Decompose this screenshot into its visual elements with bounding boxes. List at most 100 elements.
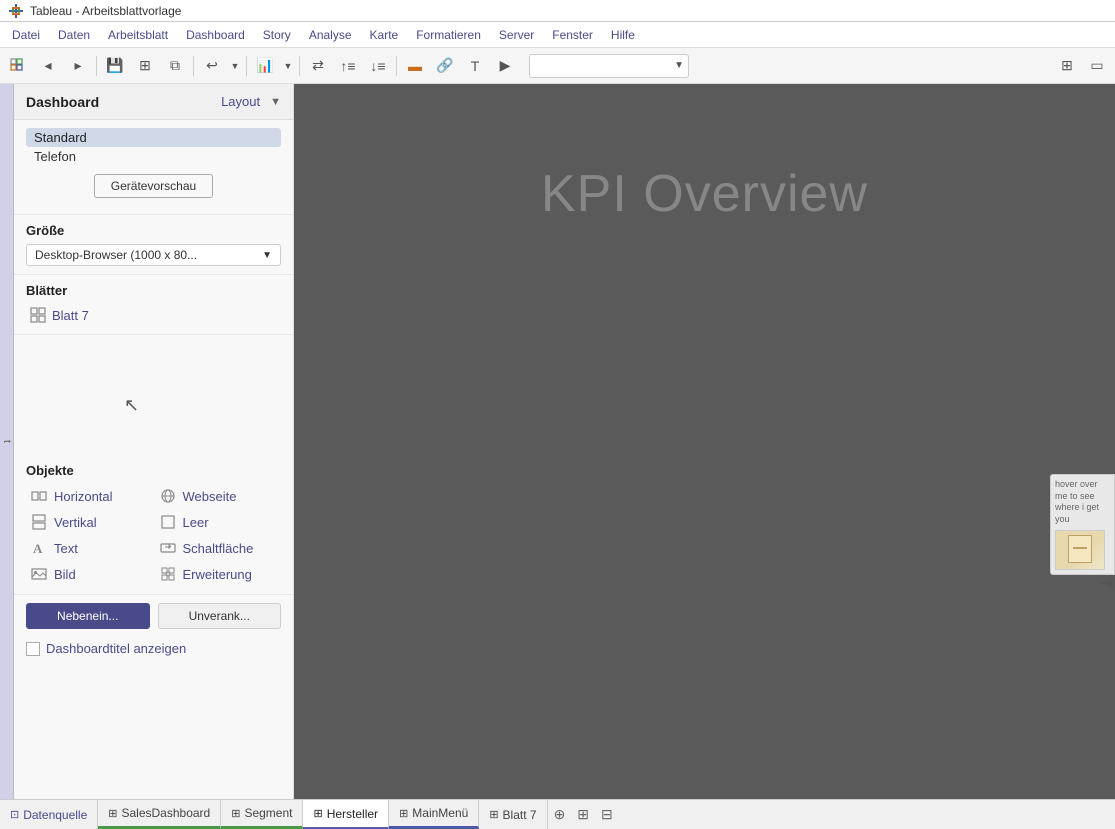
tab-hersteller[interactable]: ⊞ Hersteller xyxy=(303,800,389,829)
sort-asc-btn[interactable]: ↑≡ xyxy=(334,52,362,80)
object-horizontal-label: Horizontal xyxy=(54,489,113,504)
add-sheet-btn1[interactable]: ⊕ xyxy=(548,800,572,829)
menu-daten[interactable]: Daten xyxy=(50,26,98,44)
show-title-checkbox[interactable] xyxy=(26,642,40,656)
sidebar-layout-arrow: ▼ xyxy=(270,96,281,108)
new-datasource-btn[interactable]: ⊞ xyxy=(131,52,159,80)
tab-segment[interactable]: ⊞ Segment xyxy=(221,800,303,829)
tab-mainmenu[interactable]: ⊞ MainMenü xyxy=(389,800,479,829)
grid-view-btn[interactable]: ⊞ xyxy=(1053,52,1081,80)
sidebar: Dashboard Layout ▼ Standard Telefon Gerä… xyxy=(14,84,294,799)
unverank-button[interactable]: Unverank... xyxy=(158,603,282,629)
menu-story[interactable]: Story xyxy=(255,26,299,44)
left-edge-tab[interactable]: t xyxy=(0,84,14,799)
menu-datei[interactable]: Datei xyxy=(4,26,48,44)
grid-view-icon: ⊞ xyxy=(1061,57,1073,74)
text-object-icon: A xyxy=(30,539,48,557)
viz-type-btn[interactable]: 📊 xyxy=(251,52,279,80)
menu-karte[interactable]: Karte xyxy=(362,26,407,44)
save-btn[interactable]: 💾 xyxy=(101,52,129,80)
object-schaltflaeche-label: Schaltfläche xyxy=(183,541,254,556)
swap-btn[interactable]: ⇄ xyxy=(304,52,332,80)
sort-desc-btn[interactable]: ↓≡ xyxy=(364,52,392,80)
device-standard[interactable]: Standard xyxy=(26,128,281,147)
tooltip-icon: 🔗 xyxy=(436,57,453,74)
show-title-row[interactable]: Dashboardtitel anzeigen xyxy=(14,637,293,664)
sidebar-spacer: ↖ xyxy=(14,335,293,455)
kpi-overview-title: KPI Overview xyxy=(541,164,868,224)
sidebar-dashboard-title: Dashboard xyxy=(26,94,213,110)
device-telefon-label: Telefon xyxy=(34,149,76,164)
object-horizontal[interactable]: Horizontal xyxy=(26,484,153,508)
menu-fenster[interactable]: Fenster xyxy=(544,26,601,44)
undo-icon: ↩ xyxy=(206,57,218,74)
color-btn[interactable]: ▬ xyxy=(401,52,429,80)
device-telefon[interactable]: Telefon xyxy=(26,147,281,166)
object-schaltflaeche[interactable]: Schaltfläche xyxy=(155,536,282,560)
tooltip-btn[interactable]: 🔗 xyxy=(431,52,459,80)
menu-formatieren[interactable]: Formatieren xyxy=(408,26,489,44)
search-dropdown-arrow: ▼ xyxy=(674,60,684,71)
forward-icon: ▸ xyxy=(74,57,81,74)
size-dropdown[interactable]: Desktop-Browser (1000 x 80... ▼ xyxy=(26,244,281,266)
tab-mainmenu-label: MainMenü xyxy=(412,806,468,820)
menu-dashboard[interactable]: Dashboard xyxy=(178,26,253,44)
object-vertikal[interactable]: Vertikal xyxy=(26,510,153,534)
separator-3 xyxy=(246,56,247,76)
nebenein-button[interactable]: Nebenein... xyxy=(26,603,150,629)
tab-hersteller-label: Hersteller xyxy=(327,807,378,821)
tab-blatt7[interactable]: ⊞ Blatt 7 xyxy=(479,800,547,829)
separator-1 xyxy=(96,56,97,76)
object-webseite-label: Webseite xyxy=(183,489,237,504)
tab-datenquelle[interactable]: ⊡ Datenquelle xyxy=(0,800,98,829)
size-dropdown-arrow: ▼ xyxy=(262,250,272,261)
mainmenu-icon: ⊞ xyxy=(399,807,408,820)
hersteller-icon: ⊞ xyxy=(313,807,322,820)
menu-server[interactable]: Server xyxy=(491,26,542,44)
sheets-section-title: Blätter xyxy=(26,283,281,298)
forward-btn[interactable]: ▸ xyxy=(64,52,92,80)
sort-asc-icon: ↑≡ xyxy=(340,58,355,74)
device-standard-label: Standard xyxy=(34,130,87,145)
object-bild[interactable]: Bild xyxy=(26,562,153,586)
tableau-home-btn[interactable] xyxy=(4,52,32,80)
tab-blatt7-label: Blatt 7 xyxy=(503,808,537,822)
undo-arrow-icon: ▼ xyxy=(231,61,240,71)
menu-arbeitsblatt[interactable]: Arbeitsblatt xyxy=(100,26,176,44)
sheet-item-blatt7[interactable]: Blatt 7 xyxy=(26,304,281,326)
copy-btn[interactable]: ⧉ xyxy=(161,52,189,80)
object-leer[interactable]: Leer xyxy=(155,510,282,534)
object-erweiterung[interactable]: Erweiterung xyxy=(155,562,282,586)
add-dashboard-btn[interactable]: ⊞ xyxy=(571,800,595,829)
object-text-label: Text xyxy=(54,541,78,556)
canvas-content: KPI Overview xyxy=(294,84,1115,799)
sort-desc-icon: ↓≡ xyxy=(370,58,385,74)
salesdashboard-icon: ⊞ xyxy=(108,807,117,820)
presentation-btn[interactable]: ▭ xyxy=(1083,52,1111,80)
tab-salesdashboard[interactable]: ⊞ SalesDashboard xyxy=(98,800,221,829)
undo-dropdown-btn[interactable]: ▼ xyxy=(228,52,242,80)
menu-analyse[interactable]: Analyse xyxy=(301,26,360,44)
text-btn[interactable]: T xyxy=(461,52,489,80)
datenquelle-icon: ⊡ xyxy=(10,808,19,821)
device-preview-button[interactable]: Gerätevorschau xyxy=(94,174,213,198)
menu-hilfe[interactable]: Hilfe xyxy=(603,26,643,44)
undo-btn[interactable]: ↩ xyxy=(198,52,226,80)
back-icon: ◂ xyxy=(44,57,51,74)
object-webseite[interactable]: Webseite xyxy=(155,484,282,508)
search-dropdown[interactable]: ▼ xyxy=(529,54,689,78)
object-text[interactable]: A Text xyxy=(26,536,153,560)
sheet-icon xyxy=(30,307,46,323)
erweiterung-icon xyxy=(159,565,177,583)
size-dropdown-text: Desktop-Browser (1000 x 80... xyxy=(35,248,262,262)
tab-segment-label: Segment xyxy=(244,806,292,820)
tab-datenquelle-label: Datenquelle xyxy=(23,808,87,822)
motion-btn[interactable]: ▶ xyxy=(491,52,519,80)
back-btn[interactable]: ◂ xyxy=(34,52,62,80)
bottom-tabs: ⊡ Datenquelle ⊞ SalesDashboard ⊞ Segment… xyxy=(0,799,1115,829)
viz-type-dropdown[interactable]: ▼ xyxy=(281,52,295,80)
sidebar-layout-tab[interactable]: Layout xyxy=(213,92,268,111)
object-leer-label: Leer xyxy=(183,515,209,530)
add-story-btn[interactable]: ⊟ xyxy=(595,800,619,829)
bild-icon xyxy=(30,565,48,583)
